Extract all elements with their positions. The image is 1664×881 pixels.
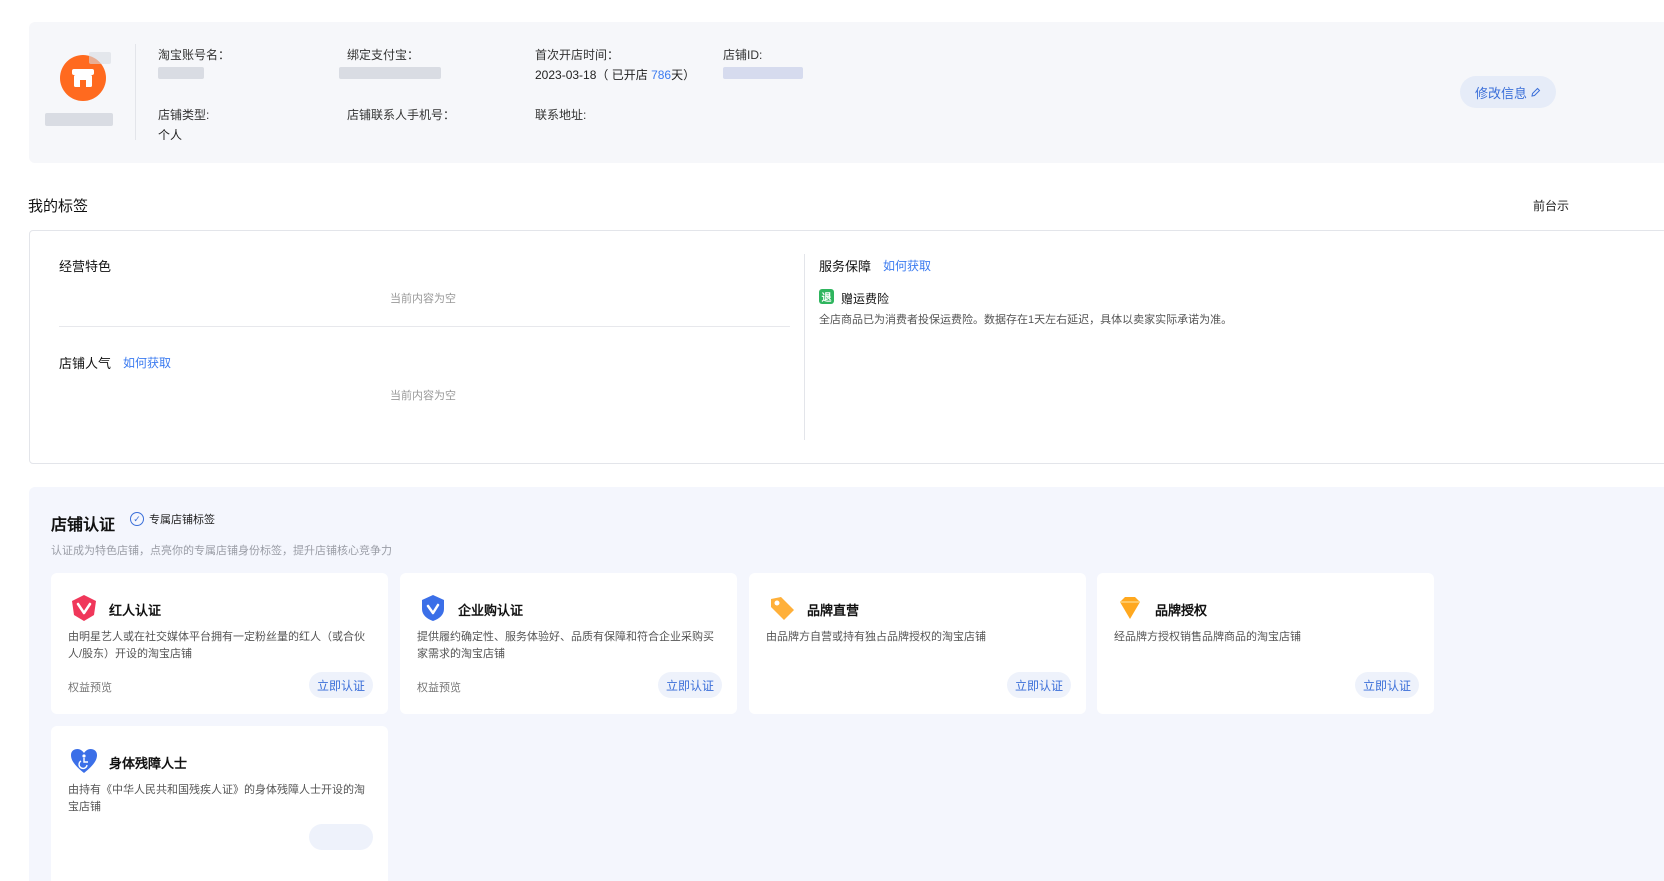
my-tags-title: 我的标签: [28, 198, 89, 215]
exclusive-tag: ✓ 专属店铺标签: [130, 511, 215, 527]
edit-info-button[interactable]: 修改信息: [1460, 76, 1556, 108]
cert-card-influencer: 红人认证 由明星艺人或在社交媒体平台拥有一定粉丝量的红人（或合伙人/股东）开设的…: [51, 573, 388, 714]
frontend-preview-link[interactable]: 前台示: [1533, 197, 1569, 214]
cert-desc: 由明星艺人或在社交媒体平台拥有一定粉丝量的红人（或合伙人/股东）开设的淘宝店铺: [68, 631, 365, 660]
open-suffix: 天）: [671, 68, 696, 82]
popularity-empty-text: 当前内容为空: [390, 390, 456, 402]
shop-type-label: 店铺类型:: [158, 108, 210, 122]
tags-divider: [59, 326, 790, 327]
open-days: 786: [651, 68, 672, 82]
taobao-account-label: 淘宝账号名：: [158, 48, 231, 62]
blurred-avatar-edge: [89, 52, 111, 64]
certify-now-button[interactable]: 立即认证: [658, 672, 722, 698]
exclusive-label: 专属店铺标签: [149, 514, 215, 526]
cert-desc: 由持有《中华人民共和国残疾人证》的身体残障人士开设的淘宝店铺: [68, 784, 365, 813]
address-label: 联系地址:: [535, 108, 587, 122]
feature-title: 经营特色: [59, 259, 112, 274]
cert-subtitle: 认证成为特色店铺，点亮你的专属店铺身份标签，提升店铺核心竞争力: [51, 545, 392, 557]
return-shipping-icon: 退: [819, 289, 834, 304]
tags-vertical-divider: [804, 254, 805, 440]
check-circle-icon: ✓: [130, 512, 144, 526]
certify-now-button[interactable]: 立即认证: [309, 672, 373, 698]
blurred-alipay: [339, 67, 441, 79]
cert-name: 品牌授权: [1155, 603, 1208, 618]
edit-pencil-icon: [1531, 87, 1541, 97]
shop-id-label: 店铺ID:: [723, 48, 763, 62]
certify-now-button[interactable]: 立即认证: [1007, 672, 1071, 698]
cert-name: 身体残障人士: [109, 756, 188, 771]
rights-preview-link[interactable]: 权益预览: [68, 679, 112, 695]
blue-heart-icon: [71, 749, 97, 773]
certify-now-button[interactable]: 立即认证: [1355, 672, 1419, 698]
cert-desc: 由品牌方自营或持有独占品牌授权的淘宝店铺: [766, 631, 986, 643]
service-item-desc: 全店商品已为消费者投保运费险。数据存在1天左右延迟，具体以卖家实际承诺为准。: [819, 314, 1233, 326]
alipay-label: 绑定支付宝：: [347, 48, 420, 62]
blue-check-shield-icon: [422, 595, 444, 621]
service-title: 服务保障: [819, 259, 872, 274]
cert-name: 红人认证: [109, 603, 162, 618]
popularity-title: 店铺人气: [59, 356, 112, 371]
cert-card-disabled-person: 身体残障人士 由持有《中华人民共和国残疾人证》的身体残障人士开设的淘宝店铺: [51, 726, 388, 881]
cert-title: 店铺认证: [51, 517, 116, 534]
cert-card-brand-direct: 品牌直营 由品牌方自营或持有独占品牌授权的淘宝店铺 立即认证: [749, 573, 1086, 714]
blurred-shop-id: [723, 67, 803, 79]
cert-card-brand-authorized: 品牌授权 经品牌方授权销售品牌商品的淘宝店铺 立即认证: [1097, 573, 1434, 714]
store-icon: [72, 69, 94, 87]
cert-card-enterprise: 企业购认证 提供履约确定性、服务体验好、品质有保障和符合企业采购买家需求的淘宝店…: [400, 573, 737, 714]
cert-desc: 经品牌方授权销售品牌商品的淘宝店铺: [1114, 631, 1301, 643]
feature-empty-text: 当前内容为空: [390, 293, 456, 305]
cert-desc: 提供履约确定性、服务体验好、品质有保障和符合企业采购买家需求的淘宝店铺: [417, 631, 714, 660]
cert-name: 企业购认证: [458, 603, 524, 618]
service-how-link[interactable]: 如何获取: [883, 257, 931, 274]
first-open-label: 首次开店时间：: [535, 48, 620, 62]
orange-tag-icon: [771, 597, 794, 620]
red-v-shield-icon: [72, 595, 96, 621]
contact-phone-label: 店铺联系人手机号：: [347, 108, 456, 122]
popularity-how-link[interactable]: 如何获取: [123, 354, 171, 371]
first-open-value: 2023-03-18（ 已开店 786天）: [535, 66, 695, 83]
blurred-taobao-account: [158, 67, 204, 79]
blurred-shop-name: [45, 113, 113, 126]
first-open-date: 2023-03-18: [535, 68, 597, 82]
edit-info-label: 修改信息: [1474, 85, 1527, 101]
open-prefix: （ 已开店: [596, 68, 652, 82]
rights-preview-link[interactable]: 权益预览: [417, 679, 461, 695]
certify-now-button[interactable]: [309, 824, 373, 850]
shop-info-card: [29, 22, 1664, 163]
cert-name: 品牌直营: [807, 603, 860, 618]
orange-diamond-icon: [1120, 597, 1140, 619]
service-item-name: 赠运费险: [841, 292, 890, 306]
shop-type-value: 个人: [158, 128, 183, 142]
info-divider: [135, 44, 136, 140]
